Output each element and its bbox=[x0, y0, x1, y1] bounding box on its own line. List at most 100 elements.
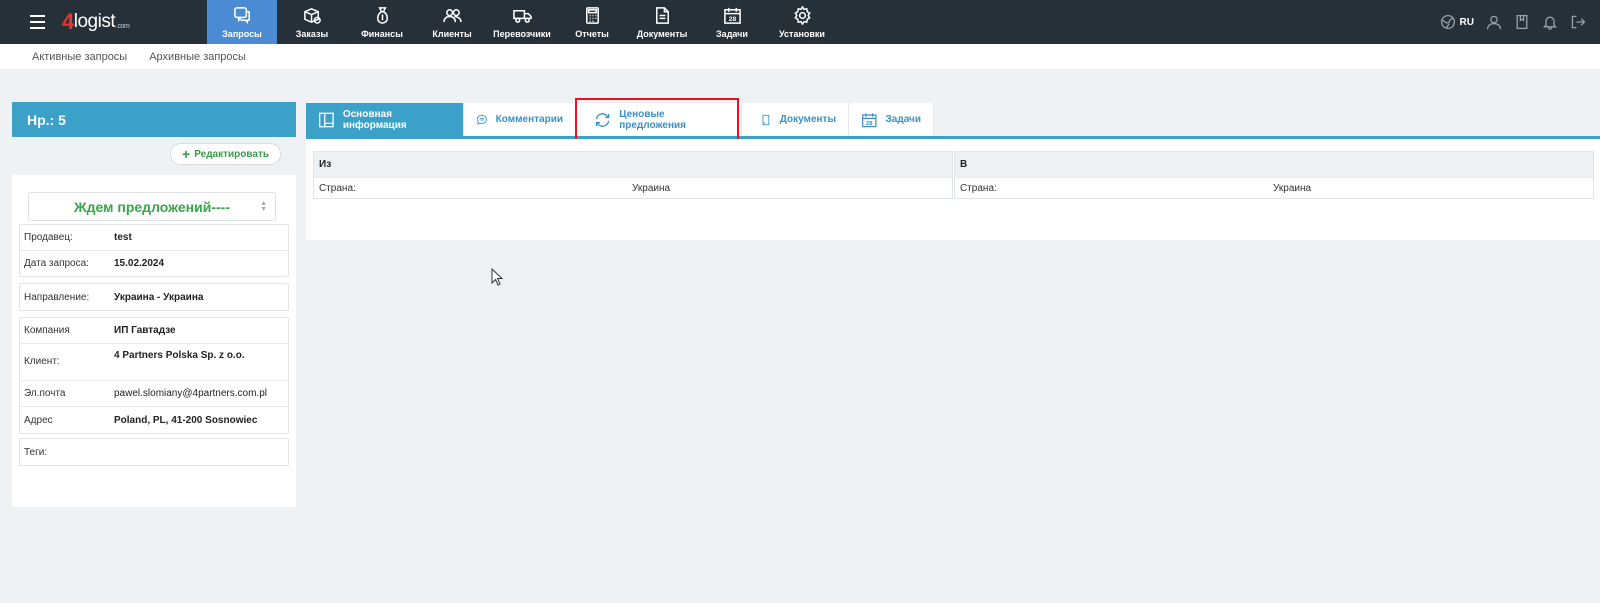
tab-main-info[interactable]: Основная информация bbox=[306, 103, 464, 136]
edit-button-label: Редактировать bbox=[194, 148, 269, 160]
subnav-active-requests[interactable]: Активные запросы bbox=[32, 51, 127, 63]
book-icon[interactable] bbox=[1514, 14, 1530, 30]
tab-comments[interactable]: Комментарии bbox=[464, 103, 576, 136]
email-row: Эл.почта pawel.slomiany@4partners.com.pl bbox=[20, 381, 288, 407]
tags-row: Теги: bbox=[20, 439, 288, 465]
language-switcher[interactable]: RU bbox=[1440, 14, 1474, 30]
to-country-value: Украина bbox=[1273, 182, 1312, 194]
client-card: Компания ИП Гавтадзе Клиент: 4 Partners … bbox=[19, 317, 289, 434]
users-icon bbox=[442, 8, 462, 22]
nav-tasks[interactable]: 28 Задачи bbox=[697, 0, 767, 44]
tab-label: Комментарии bbox=[495, 114, 563, 125]
layout-icon bbox=[319, 112, 334, 127]
logo-text: logist bbox=[73, 11, 116, 32]
nav-settings[interactable]: Установки bbox=[767, 0, 837, 44]
address-row: Адрес Poland, PL, 41-200 Sosnowiec bbox=[20, 407, 288, 433]
tab-documents[interactable]: Документы bbox=[742, 103, 849, 136]
email-label: Эл.почта bbox=[24, 388, 66, 399]
svg-text:28: 28 bbox=[866, 120, 873, 126]
company-value: ИП Гавтадзе bbox=[114, 325, 176, 336]
nav-label: Установки bbox=[779, 28, 825, 39]
sub-nav: Активные запросы Архивные запросы bbox=[0, 44, 1600, 69]
seller-row: Продавец: test bbox=[20, 225, 288, 251]
logo-suffix: .com bbox=[116, 22, 130, 30]
nav-label: Запросы bbox=[222, 28, 262, 39]
subnav-archived-requests[interactable]: Архивные запросы bbox=[149, 51, 246, 63]
nav-orders[interactable]: Заказы bbox=[277, 0, 347, 44]
language-label: RU bbox=[1459, 16, 1474, 28]
nav-label: Клиенты bbox=[432, 28, 472, 39]
company-row: Компания ИП Гавтадзе bbox=[20, 318, 288, 344]
seller-label: Продавец: bbox=[24, 232, 73, 243]
nav-documents[interactable]: Документы bbox=[627, 0, 697, 44]
tab-label: Основная информация bbox=[342, 108, 407, 131]
tab-tasks[interactable]: 28 Задачи bbox=[849, 103, 934, 136]
select-arrows-icon: ▲ ▼ bbox=[260, 200, 267, 213]
address-label: Адрес bbox=[24, 414, 53, 426]
mouse-cursor-icon bbox=[491, 268, 503, 286]
plus-icon: + bbox=[182, 146, 191, 162]
menu-icon[interactable] bbox=[30, 0, 56, 44]
seller-date-card: Продавец: test Дата запроса: 15.02.2024 bbox=[19, 224, 289, 277]
top-navbar: 4 logist .com Запросы Заказы Финансы Клиен… bbox=[0, 0, 1600, 44]
tags-label: Теги: bbox=[24, 446, 48, 458]
nav-label: Задачи bbox=[716, 28, 748, 39]
header-actions: RU bbox=[1440, 0, 1586, 44]
from-country-value: Украина bbox=[632, 182, 671, 194]
globe-icon bbox=[1440, 14, 1455, 30]
logo-number: 4 bbox=[62, 9, 74, 34]
svg-text:28: 28 bbox=[728, 16, 736, 23]
document-icon bbox=[762, 114, 770, 125]
nav-requests[interactable]: Запросы bbox=[207, 0, 277, 44]
status-value: Ждем предложений---- bbox=[74, 198, 230, 215]
nav-label: Перевозчики bbox=[493, 28, 551, 39]
nav-clients[interactable]: Клиенты bbox=[417, 0, 487, 44]
user-icon[interactable] bbox=[1486, 14, 1502, 30]
date-label: Дата запроса: bbox=[24, 258, 89, 269]
direction-value: Украина - Украина bbox=[114, 291, 204, 303]
main-nav: Запросы Заказы Финансы Клиенты Перевозчи… bbox=[207, 0, 837, 44]
nav-label: Заказы bbox=[295, 28, 329, 39]
tab-label: Документы bbox=[779, 114, 836, 125]
to-table: В Страна: Украина bbox=[954, 151, 1594, 199]
status-select[interactable]: Ждем предложений---- ▲ ▼ bbox=[28, 192, 276, 221]
seller-value: test bbox=[114, 232, 132, 243]
to-country-label: Страна: bbox=[960, 182, 997, 194]
main-info-content: Из Страна: Украина В Страна: Украина bbox=[306, 139, 1600, 240]
calendar-icon: 28 bbox=[862, 112, 877, 127]
direction-label: Направление: bbox=[24, 291, 90, 303]
detail-tabs: Основная информация Комментарии Ценовые … bbox=[306, 103, 1600, 136]
email-value[interactable]: pawel.slomiany@4partners.com.pl bbox=[114, 388, 267, 399]
request-details-panel: + Редактировать Ждем предложений---- ▲ ▼ … bbox=[12, 137, 296, 507]
edit-strip: + Редактировать bbox=[12, 137, 296, 175]
nav-finance[interactable]: Финансы bbox=[347, 0, 417, 44]
from-header: Из bbox=[314, 152, 952, 177]
box-check-icon bbox=[303, 7, 321, 24]
direction-card: Направление: Украина - Украина bbox=[19, 283, 289, 311]
client-row: Клиент: 4 Partners Polska Sp. z o.o. bbox=[20, 344, 288, 381]
bell-icon[interactable] bbox=[1542, 14, 1558, 30]
truck-icon bbox=[512, 9, 532, 23]
from-table: Из Страна: Украина bbox=[313, 151, 953, 199]
document-icon bbox=[655, 6, 669, 24]
comment-icon bbox=[476, 114, 487, 125]
client-value: 4 Partners Polska Sp. z o.o. bbox=[114, 350, 245, 361]
client-label: Клиент: bbox=[24, 356, 60, 367]
to-header: В bbox=[955, 152, 1593, 177]
to-country-row: Страна: Украина bbox=[955, 177, 1593, 198]
from-country-row: Страна: Украина bbox=[314, 177, 952, 198]
nav-label: Финансы bbox=[361, 28, 403, 39]
nav-label: Отчеты bbox=[575, 28, 609, 39]
gear-icon bbox=[793, 5, 811, 25]
logo[interactable]: 4 logist .com bbox=[62, 0, 172, 44]
company-label: Компания bbox=[24, 325, 70, 336]
tags-card: Теги: bbox=[19, 438, 289, 466]
calculator-icon bbox=[585, 6, 599, 24]
nav-reports[interactable]: Отчеты bbox=[557, 0, 627, 44]
logout-icon[interactable] bbox=[1570, 14, 1586, 30]
edit-button[interactable]: + Редактировать bbox=[170, 143, 281, 165]
date-value: 15.02.2024 bbox=[114, 258, 165, 269]
chat-question-icon bbox=[233, 6, 250, 24]
money-bag-icon bbox=[376, 6, 388, 24]
nav-carriers[interactable]: Перевозчики bbox=[487, 0, 557, 44]
